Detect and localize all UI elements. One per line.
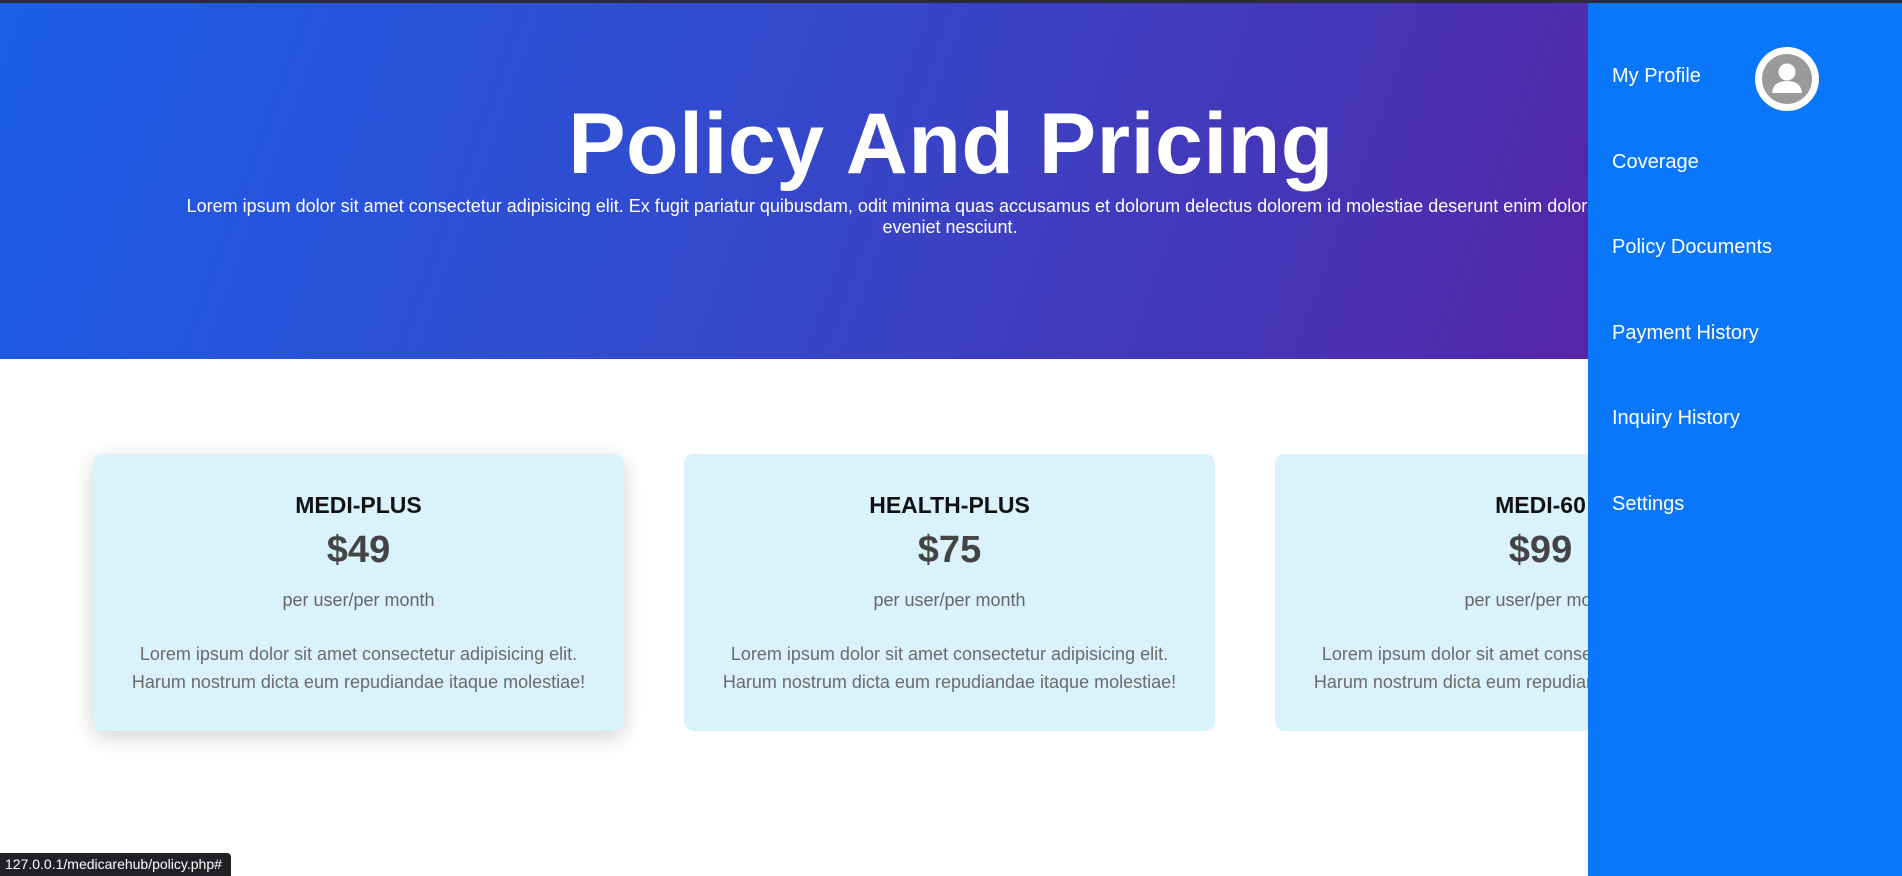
plan-period: per user/per month [282,590,435,610]
sidebar-item-policy-documents[interactable]: Policy Documents [1612,236,1772,259]
side-navigation: My Profile Coverage Policy Documents Pay… [1588,3,1902,876]
user-avatar-icon[interactable] [1755,47,1819,111]
plan-description: Lorem ipsum dolor sit amet consectetur a… [131,644,586,692]
plan-name: HEALTH-PLUS [869,492,1030,518]
hero-description: Lorem ipsum dolor sit amet consectetur a… [186,196,1714,237]
user-silhouette-icon [1762,54,1812,104]
sidebar-item-my-profile[interactable]: My Profile [1612,65,1701,88]
pricing-card-health-plus[interactable]: HEALTH-PLUS $75 per user/per month Lorem… [684,454,1215,731]
sidebar-item-inquiry-history[interactable]: Inquiry History [1612,407,1740,430]
plan-name: MEDI-PLUS [295,492,422,518]
plan-description: Lorem ipsum dolor sit amet consectetur a… [722,644,1177,692]
sidebar-item-coverage[interactable]: Coverage [1612,151,1699,174]
sidebar-item-payment-history[interactable]: Payment History [1612,322,1759,345]
sidebar-item-settings[interactable]: Settings [1612,493,1684,516]
plan-price: $49 [326,529,391,571]
plan-price: $75 [917,529,982,571]
plan-period: per user/per month [873,590,1026,610]
link-status-bar: 127.0.0.1/medicarehub/policy.php# [0,853,231,876]
pricing-card-medi-plus[interactable]: MEDI-PLUS $49 per user/per month Lorem i… [93,454,624,731]
